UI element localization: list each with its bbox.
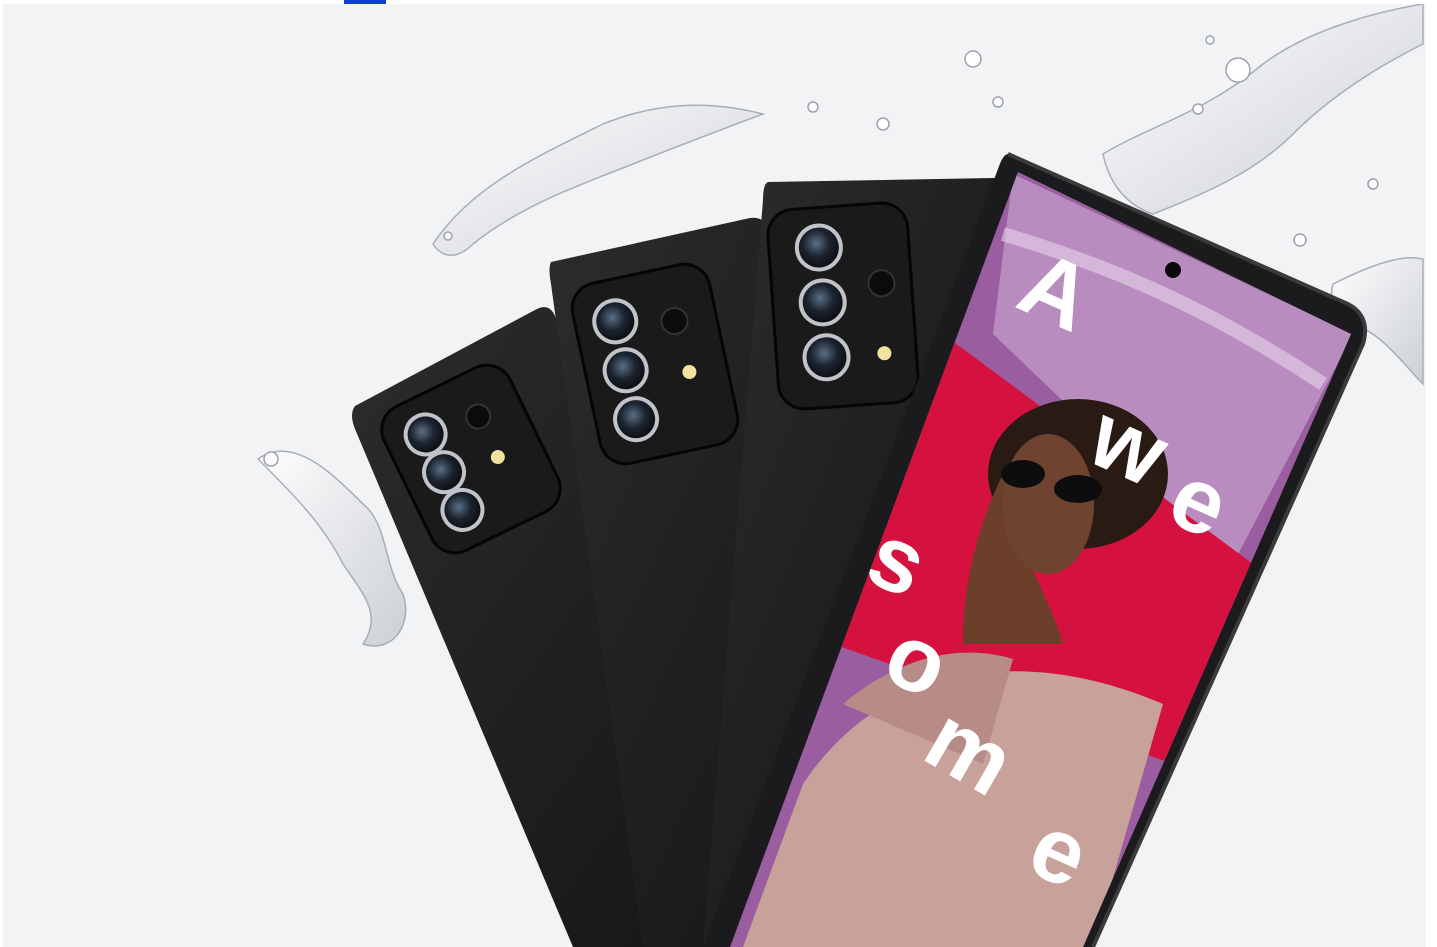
phones-water-splash-illustration: A w e s o m e <box>256 4 1424 947</box>
hero-image: A w e s o m e <box>3 4 1426 947</box>
front-camera <box>1165 262 1181 278</box>
camera-module <box>766 201 920 411</box>
